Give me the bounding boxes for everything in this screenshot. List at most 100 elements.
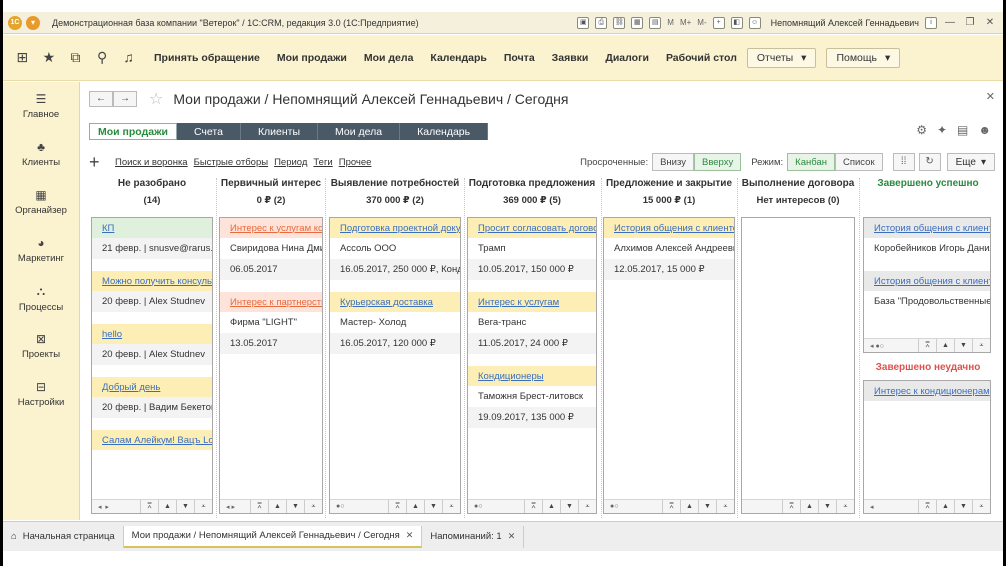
sidebar-item-processes[interactable]: ⛬ Процессы <box>3 274 79 322</box>
reports-dropdown[interactable]: Отчеты ▾ <box>746 47 817 68</box>
back-button[interactable]: ← <box>89 91 113 107</box>
move-up-icon[interactable]: ▲ <box>936 339 954 352</box>
more-dropdown[interactable]: Еще ▾ <box>946 153 995 171</box>
sidebar-item-settings[interactable]: ⊟ Настройки <box>3 370 79 418</box>
print-icon[interactable]: ⎙ <box>595 16 608 29</box>
deal-card[interactable]: Курьерская доставка Мастер- Холод 16.05.… <box>330 292 460 354</box>
search-icon[interactable]: ⚲ <box>92 49 112 66</box>
mode-list-option[interactable]: Список <box>835 153 883 171</box>
card-title[interactable]: Просит согласовать договор <box>468 218 596 238</box>
move-first-icon[interactable]: ⩞ <box>918 339 936 352</box>
clipboard-icon[interactable]: ▤ <box>957 123 968 137</box>
deal-card[interactable]: Подготовка проектной документации Ассоль… <box>330 218 460 292</box>
tab-my-tasks[interactable]: Мои дела <box>318 123 401 140</box>
move-last-icon[interactable]: ⩡ <box>836 500 854 513</box>
deal-card[interactable]: Салам Алейкум! Вацъ Lo <box>92 430 212 450</box>
main-menu-icon[interactable]: ▾ <box>26 15 40 30</box>
my-sales-window-tab[interactable]: Мои продажи / Непомнящий Алексей Геннадь… <box>123 525 423 548</box>
won-board[interactable]: История общения с клиентом Коробейников … <box>863 217 991 353</box>
move-last-icon[interactable]: ⩡ <box>972 500 990 513</box>
scroll-handle-icon[interactable]: ●○ <box>474 503 482 510</box>
card-title[interactable]: Интерес к партнерству <box>220 292 322 312</box>
add-icon[interactable]: + <box>89 152 109 173</box>
history-icon[interactable]: ⧉ <box>65 49 85 66</box>
card-title[interactable]: hello <box>92 324 212 344</box>
close-window-icon[interactable]: ✕ <box>983 17 997 28</box>
nav-calendar[interactable]: Календарь <box>430 52 486 64</box>
overdue-top-option[interactable]: Вверху <box>693 153 742 171</box>
grid-settings-icon[interactable]: ⁞⁞ <box>892 153 915 171</box>
move-first-icon[interactable]: ⩞ <box>524 500 542 513</box>
card-title[interactable]: Подготовка проектной документации <box>330 218 460 238</box>
card-title[interactable]: КП <box>92 218 212 238</box>
scroll-handle-icon[interactable]: ●○ <box>610 503 618 510</box>
card-title[interactable]: История общения с клиентом <box>604 218 734 238</box>
move-up-icon[interactable]: ▲ <box>268 500 286 513</box>
lost-board[interactable]: Интерес к кондиционерам ◂ ⩞ ▲ ▼ ⩡ <box>863 380 991 514</box>
deal-card[interactable]: История общения с клиентом База "Продово… <box>864 271 990 312</box>
nav-requests[interactable]: Заявки <box>552 52 589 64</box>
scroll-left-icon[interactable]: ◂ <box>870 503 874 511</box>
scroll-handle-icon[interactable]: ◂ ●○ <box>870 342 884 350</box>
refresh-icon[interactable]: ↻ <box>918 153 941 171</box>
deal-card[interactable]: История общения с клиентом Коробейников … <box>864 218 990 271</box>
move-last-icon[interactable]: ⩡ <box>194 500 212 513</box>
move-up-icon[interactable]: ▲ <box>542 500 560 513</box>
move-down-icon[interactable]: ▼ <box>286 500 304 513</box>
memory-m-minus[interactable]: M- <box>697 18 706 27</box>
card-title[interactable]: Курьерская доставка <box>330 292 460 312</box>
favorites-star-icon[interactable]: ★ <box>39 49 59 66</box>
nav-desktop[interactable]: Рабочий стол <box>666 52 737 64</box>
panel-icon[interactable]: ◧ <box>730 16 743 29</box>
add-user-icon[interactable]: ☻ <box>978 123 991 137</box>
column-board[interactable]: История общения с клиентом Алхимов Алекс… <box>603 217 735 514</box>
deal-card[interactable]: Интерес к партнерству Фирма "LIGHT" 13.0… <box>220 292 322 354</box>
nav-my-sales[interactable]: Мои продажи <box>277 52 347 64</box>
deal-card[interactable]: Добрый день 20 февр. | Вадим Бекетов <box>92 377 212 430</box>
scroll-right-icon[interactable]: ▸ <box>105 503 109 511</box>
info-icon[interactable]: i <box>925 16 937 29</box>
move-up-icon[interactable]: ▲ <box>406 500 424 513</box>
move-last-icon[interactable]: ⩡ <box>716 500 734 513</box>
board-scroll-bar[interactable]: ⩞ ▲ ▼ ⩡ <box>742 499 854 513</box>
deal-card[interactable]: Кондиционеры Таможня Брест-литовск 19.09… <box>468 366 596 428</box>
forward-button[interactable]: → <box>113 91 137 107</box>
save-icon[interactable]: ▣ <box>577 16 590 29</box>
move-down-icon[interactable]: ▼ <box>560 500 578 513</box>
maximize-icon[interactable]: ❐ <box>963 17 977 28</box>
move-up-icon[interactable]: ▲ <box>680 500 698 513</box>
sidebar-item-marketing[interactable]: ◕ Маркетинг <box>3 226 79 274</box>
scroll-handle-icon[interactable]: ●○ <box>336 503 344 510</box>
sidebar-item-main[interactable]: ☰ Главное <box>3 82 79 130</box>
filter-search-funnel[interactable]: Поиск и воронка <box>115 157 188 168</box>
close-tab-icon[interactable]: ✕ <box>508 531 516 542</box>
move-down-icon[interactable]: ▼ <box>176 500 194 513</box>
help-dropdown[interactable]: Помощь ▾ <box>826 47 901 68</box>
scroll-right-icon[interactable]: ▸ <box>231 503 235 511</box>
card-title[interactable]: Интерес к кондиционерам <box>864 381 990 401</box>
deal-card[interactable]: hello 20 февр. | Alex Studnev <box>92 324 212 377</box>
move-down-icon[interactable]: ▼ <box>954 500 972 513</box>
calendar-small-icon[interactable]: ▦ <box>631 16 644 29</box>
link-icon[interactable]: ⛓ <box>613 16 626 29</box>
move-first-icon[interactable]: ⩞ <box>782 500 800 513</box>
move-first-icon[interactable]: ⩞ <box>662 500 680 513</box>
move-last-icon[interactable]: ⩡ <box>578 500 596 513</box>
move-first-icon[interactable]: ⩞ <box>388 500 406 513</box>
reminders-tab[interactable]: Напоминаний: 1 ✕ <box>422 525 525 548</box>
deal-card[interactable]: История общения с клиентом Алхимов Алекс… <box>604 218 734 280</box>
board-scroll-bar[interactable]: ◂ ▸ ⩞ ▲ ▼ ⩡ <box>92 499 212 513</box>
gear-icon[interactable]: ⚙ <box>916 123 927 137</box>
deal-card[interactable]: КП 21 февр. | snusve@rarus.ru <box>92 218 212 271</box>
tab-invoices[interactable]: Счета <box>176 123 241 140</box>
board-scroll-bar[interactable]: ◂ ⩞ ▲ ▼ ⩡ <box>864 499 990 513</box>
move-first-icon[interactable]: ⩞ <box>140 500 158 513</box>
nav-accept-request[interactable]: Принять обращение <box>154 52 260 64</box>
card-title[interactable]: Можно получить консультацию <box>92 271 212 291</box>
column-board[interactable]: Интерес к услугам компании Свиридова Нин… <box>219 217 323 514</box>
favorite-star-icon[interactable]: ☆ <box>149 89 163 109</box>
card-title[interactable]: История общения с клиентом <box>864 271 990 291</box>
bird-icon[interactable]: ✦ <box>937 123 947 137</box>
board-scroll-bar[interactable]: ●○ ⩞ ▲ ▼ ⩡ <box>468 499 596 513</box>
zoom-icon[interactable]: + <box>712 16 725 29</box>
